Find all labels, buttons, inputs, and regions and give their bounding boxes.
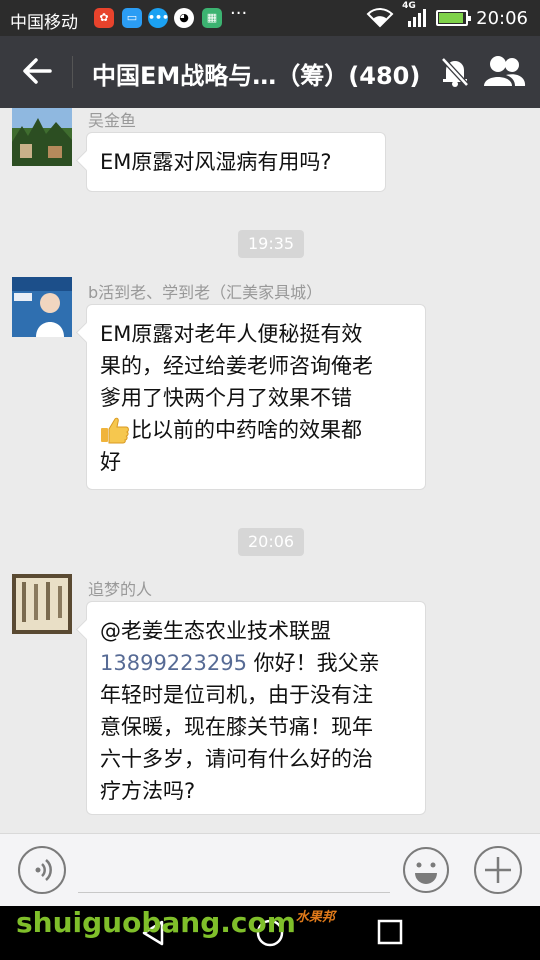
voice-input-button[interactable] <box>18 846 66 894</box>
battery-icon <box>436 10 472 26</box>
message-line: 年轻时是位司机，由于没有注 <box>100 683 373 707</box>
signal-icon: 4G <box>402 1 428 29</box>
message-line: 意保暖，现在膝关节痛！现年 <box>100 715 373 739</box>
message-line: 疗方法吗? <box>100 779 196 803</box>
message-notification-icon: ••• <box>148 8 169 28</box>
chat-notification-icon: ▭ <box>122 8 142 28</box>
message-input[interactable] <box>78 892 390 893</box>
thumbs-up-emoji-icon <box>101 417 129 444</box>
network-type-label: 4G <box>402 1 416 11</box>
sender-name: 追梦的人 <box>88 580 153 599</box>
back-arrow-icon[interactable] <box>20 54 54 88</box>
voice-icon <box>35 859 52 881</box>
message-line: 果的，经过给姜老师咨询俺老 <box>100 354 373 378</box>
group-members-icon[interactable] <box>482 54 526 88</box>
watermark-text: shuiguobang.com <box>16 906 296 939</box>
phone-number-link[interactable]: 13899223295 <box>100 651 247 675</box>
qq-icon: ◕ <box>174 8 194 28</box>
message-bubble[interactable]: EM原露对风湿病有用吗? <box>86 132 386 192</box>
message-line: @老姜生态农业技术联盟 <box>100 619 331 643</box>
chat-header: 中国EM战略与…（筹）(480) <box>0 36 540 108</box>
mute-bell-icon <box>441 57 469 87</box>
more-options-button[interactable] <box>474 846 522 894</box>
message-line: 你好！我父亲 <box>246 651 380 675</box>
carrier-label: 中国移动 <box>10 13 78 33</box>
header-divider <box>72 56 73 88</box>
timestamp: 19:35 <box>238 230 305 258</box>
clock: 20:06 <box>476 7 528 29</box>
wifi-icon <box>366 8 394 28</box>
chat-title[interactable]: 中国EM战略与…（筹）(480) <box>92 56 420 91</box>
avatar[interactable] <box>12 574 72 634</box>
message-line: 比以前的中药啥的效果都 <box>131 418 362 442</box>
message-line: 好 <box>100 450 121 474</box>
watermark-cn: 水果邦 <box>295 910 335 925</box>
more-notifications-icon: ··· <box>230 3 248 24</box>
message-list[interactable]: 吴金鱼 EM原露对风湿病有用吗? 19:35 b活到老、学到老（汇美家具城） E… <box>0 108 540 833</box>
avatar[interactable] <box>12 108 72 166</box>
status-bar: 中国移动 ✿ ▭ ••• ◕ ▦ ··· 4G 20:06 <box>0 0 540 36</box>
message-bubble[interactable]: EM原露对老年人便秘挺有效 果的，经过给姜老师咨询俺老 爹用了快两个月了效果不错… <box>86 304 426 490</box>
sender-name: b活到老、学到老（汇美家具城） <box>88 283 323 302</box>
nav-recents-icon[interactable] <box>376 918 404 946</box>
message-bubble[interactable]: @老姜生态农业技术联盟 13899223295 你好！我父亲 年轻时是位司机，由… <box>86 601 426 815</box>
timestamp: 20:06 <box>238 528 305 556</box>
message-line: EM原露对老年人便秘挺有效 <box>100 322 363 346</box>
app-notification-icon: ✿ <box>94 8 114 28</box>
avatar[interactable] <box>12 277 72 337</box>
message-line: 六十多岁，请问有什么好的治 <box>100 747 373 771</box>
input-bar <box>0 833 540 906</box>
message-text: EM原露对风湿病有用吗? <box>100 150 332 174</box>
calendar-icon: ▦ <box>202 8 222 28</box>
watermark: shuiguobang.com水果邦 <box>16 906 335 946</box>
plus-icon <box>485 857 511 883</box>
emoji-button-icon[interactable] <box>402 846 450 894</box>
sender-name: 吴金鱼 <box>88 111 137 130</box>
message-line: 爹用了快两个月了效果不错 <box>100 386 352 410</box>
